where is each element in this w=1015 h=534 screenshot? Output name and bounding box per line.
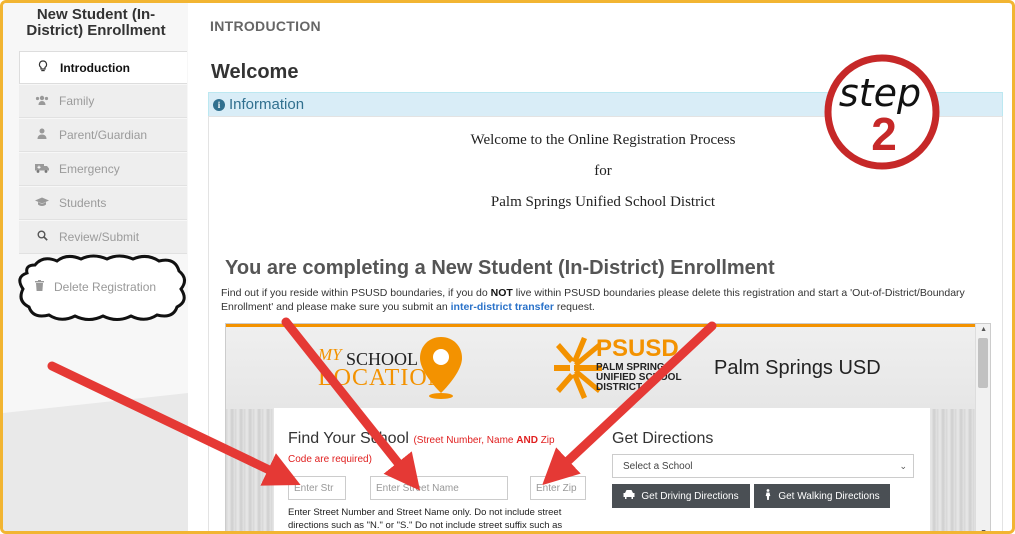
delete-registration-button[interactable]: Delete Registration: [23, 265, 171, 309]
info-icon: i: [213, 98, 225, 111]
zip-code-input[interactable]: Enter Zip: [530, 476, 586, 500]
welcome-line-3: Palm Springs Unified School District: [490, 194, 716, 210]
psusd-logo-text: PSUSD: [596, 335, 679, 362]
street-name-input[interactable]: Enter Street Name: [370, 476, 508, 500]
school-select-value: Select a School: [623, 460, 693, 472]
chevron-down-icon: ⌄: [899, 461, 907, 471]
scrollbar-thumb[interactable]: [978, 338, 988, 388]
instructions-text: Find out if you reside within PSUSD boun…: [221, 287, 491, 299]
search-icon: [35, 230, 49, 244]
car-icon: [623, 490, 635, 502]
step-2-badge: step 2: [824, 54, 940, 170]
required-note-text: (Street Number, Name: [413, 435, 517, 446]
sidebar-item-label: Family: [59, 94, 95, 108]
sidebar-item-label: Review/Submit: [59, 230, 140, 244]
psusd-logo-subtitle: PALM SPRINGS UNIFIED SCHOOL DISTRICT: [596, 362, 682, 393]
sidebar-item-label: Introduction: [60, 60, 130, 75]
find-school-panel: Find Your School (Street Number, Name AN…: [274, 408, 930, 531]
inter-district-transfer-link[interactable]: inter-district transfer: [451, 301, 554, 313]
my-school-location-logo-my: MY: [318, 345, 342, 364]
walking-person-icon: [764, 489, 772, 503]
sidebar-shadow-decoration: [3, 393, 188, 531]
user-icon: [35, 128, 49, 142]
psusd-sun-logo-icon: [554, 337, 602, 399]
page-section-title: INTRODUCTION: [210, 18, 321, 34]
driving-directions-label: Get Driving Directions: [641, 490, 739, 502]
scroll-down-icon[interactable]: ▼: [980, 529, 987, 531]
walking-directions-button[interactable]: Get Walking Directions: [754, 484, 890, 508]
ambulance-icon: [35, 162, 49, 176]
sidebar-item-review-submit[interactable]: Review/Submit: [19, 221, 187, 254]
walking-directions-label: Get Walking Directions: [778, 490, 880, 502]
welcome-line-2: for: [594, 163, 612, 179]
scroll-up-icon[interactable]: ▲: [980, 326, 987, 333]
page-title: Welcome: [211, 61, 299, 83]
find-school-title: Find Your School (Street Number, Name AN…: [288, 430, 555, 448]
lightbulb-icon: [36, 60, 50, 75]
district-name: Palm Springs USD: [714, 357, 881, 379]
graduation-cap-icon: [35, 196, 49, 210]
sidebar-item-parent-guardian[interactable]: Parent/Guardian: [19, 119, 187, 152]
locator-banner: MY SCHOOL LOCATION PSUSD PALM SPRINGS UN…: [226, 327, 976, 409]
find-school-title-text: Find Your School: [288, 430, 409, 447]
locator-scrollbar[interactable]: ▲ ▼: [975, 324, 990, 531]
required-note-text: Zip: [537, 435, 555, 446]
get-directions-title: Get Directions: [612, 430, 714, 447]
sidebar-item-label: Emergency: [59, 162, 120, 176]
information-label: Information: [229, 96, 305, 113]
school-select[interactable]: Select a School ⌄: [612, 454, 914, 478]
school-locator-frame: MY SCHOOL LOCATION PSUSD PALM SPRINGS UN…: [225, 323, 991, 531]
sidebar-title: New Student (In-District) Enrollment: [26, 6, 166, 39]
enrollment-type-heading: You are completing a New Student (In-Dis…: [225, 257, 775, 279]
step-number: 2: [871, 108, 897, 160]
required-note: (Street Number, Name AND Zip: [413, 435, 554, 446]
trash-icon: [35, 280, 44, 294]
sidebar-item-label: Students: [59, 196, 107, 210]
instructions-not: NOT: [490, 287, 513, 299]
sidebar-item-label: Parent/Guardian: [59, 128, 148, 142]
boundary-instructions: Find out if you reside within PSUSD boun…: [221, 286, 991, 314]
street-number-input[interactable]: Enter Str: [288, 476, 346, 500]
sidebar-item-family[interactable]: Family: [19, 85, 187, 118]
instructions-text: request.: [553, 301, 595, 313]
sidebar-item-introduction[interactable]: Introduction: [19, 51, 187, 84]
sidebar-item-students[interactable]: Students: [19, 187, 187, 220]
welcome-line-1: Welcome to the Online Registration Proce…: [470, 132, 736, 148]
sidebar-item-emergency[interactable]: Emergency: [19, 153, 187, 186]
delete-registration-label: Delete Registration: [54, 280, 157, 294]
required-note-and: AND: [516, 435, 538, 446]
driving-directions-button[interactable]: Get Driving Directions: [612, 484, 750, 508]
street-help-text: Enter Street Number and Street Name only…: [288, 507, 563, 531]
map-pin-icon: [420, 337, 462, 399]
users-icon: [35, 94, 49, 108]
sidebar: New Student (In-District) Enrollment Int…: [3, 3, 188, 531]
required-note-line2: Code are required): [288, 454, 372, 465]
